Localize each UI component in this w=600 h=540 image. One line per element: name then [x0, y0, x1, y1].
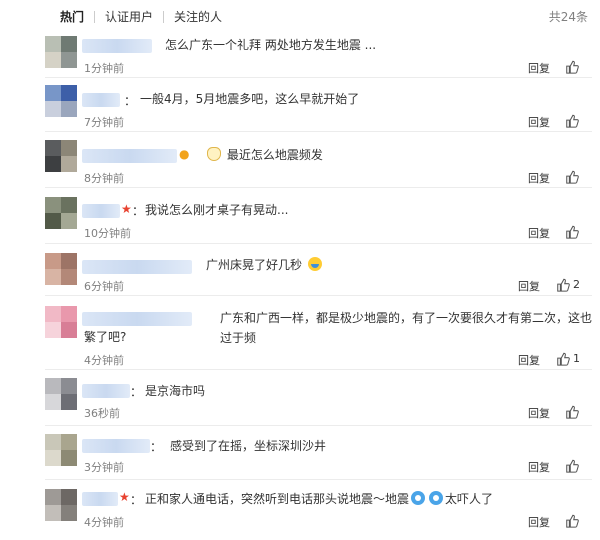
reply-button[interactable]: 回复 [528, 225, 550, 241]
comment-tabs-bar: 热门 认证用户 关注的人 共24条 [0, 0, 600, 32]
comment-item: ： 一般4月，5月地震多吧，这么早就开始了 7分钟前 回复 [0, 78, 600, 132]
crying-emoji-icon [307, 257, 322, 271]
avatar[interactable] [45, 306, 77, 338]
like-icon[interactable] [565, 514, 581, 530]
comment-time: 4分钟前 [84, 354, 124, 367]
comment-text: 最近怎么地震频发 [205, 145, 323, 165]
username-blurred[interactable] [82, 260, 192, 274]
tab-following[interactable]: 关注的人 [174, 8, 222, 25]
comment-total-count: 共24条 [548, 10, 588, 24]
like-icon[interactable] [565, 60, 581, 76]
avatar[interactable] [45, 378, 77, 410]
reply-button[interactable]: 回复 [528, 405, 550, 421]
comment-tabs: 热门 认证用户 关注的人 [60, 8, 222, 25]
avatar[interactable] [45, 85, 77, 117]
like-icon[interactable] [565, 225, 581, 241]
like-icon[interactable] [565, 170, 581, 186]
reply-button[interactable]: 回复 [528, 60, 550, 76]
username-blurred[interactable] [82, 93, 120, 107]
tab-hot[interactable]: 热门 [60, 8, 84, 25]
comment-text-continued: 繁了吧? [84, 330, 127, 344]
reply-button[interactable]: 回复 [528, 459, 550, 475]
comment-text: 正和家人通电话，突然听到电话那头说地震～地震 太吓人了 [145, 491, 494, 506]
reply-button[interactable]: 回复 [528, 114, 550, 130]
username-blurred[interactable] [82, 384, 130, 398]
avatar[interactable] [45, 140, 77, 172]
comment-item: ： 是京海市吗 36秒前 回复 [0, 370, 600, 426]
like-icon[interactable] [556, 352, 572, 368]
username-blurred[interactable] [82, 149, 177, 163]
comment-item: ★ ： 我说怎么刚才桌子有晃动... 10分钟前 回复 [0, 188, 600, 244]
username-blurred[interactable] [82, 204, 120, 218]
comment-time: 3分钟前 [84, 461, 124, 474]
comment-time: 36秒前 [84, 407, 120, 420]
comment-time: 4分钟前 [84, 516, 124, 529]
avatar[interactable] [45, 197, 77, 229]
username-blurred[interactable] [82, 312, 192, 326]
comment-item: ： 感受到了在摇，坐标深圳沙井 3分钟前 回复 [0, 426, 600, 480]
comment-time: 10分钟前 [84, 227, 131, 240]
comment-text: 是京海市吗 [145, 384, 206, 398]
scream-emoji-icon [411, 491, 426, 505]
like-icon[interactable] [565, 459, 581, 475]
tab-divider [163, 10, 165, 23]
reply-button[interactable]: 回复 [528, 170, 550, 186]
comment-time: 8分钟前 [84, 172, 124, 185]
tab-divider [94, 10, 96, 23]
username-blurred[interactable] [82, 39, 152, 53]
reply-button[interactable]: 回复 [518, 278, 540, 294]
comment-item: 广东和广西一样，都是极少地震的，有了一次要很久才有第二次，这也过于频 繁了吧? … [0, 296, 600, 370]
comment-text: 怎么广东一个礼拜 两处地方发生地震 ... [165, 38, 377, 52]
comment-text: 我说怎么刚才桌子有晃动... [145, 203, 289, 217]
vip-badge-icon: ● [179, 147, 190, 161]
avatar[interactable] [45, 434, 77, 466]
cat-emoji-icon [207, 147, 221, 161]
username-blurred[interactable] [82, 439, 150, 453]
avatar[interactable] [45, 253, 77, 285]
scream-emoji-icon [429, 491, 444, 505]
comment-item: 广州床晃了好几秒 6分钟前 回复 2 [0, 244, 600, 296]
comment-text: 广东和广西一样，都是极少地震的，有了一次要很久才有第二次，这也过于频 [220, 311, 593, 345]
comment-text: 广州床晃了好几秒 [206, 255, 324, 275]
comment-time: 1分钟前 [84, 62, 124, 75]
comment-time: 6分钟前 [84, 280, 124, 293]
like-count: 2 [573, 278, 580, 291]
comment-text: 感受到了在摇，坐标深圳沙井 [170, 439, 327, 453]
comment-item: ★ ： 正和家人通电话，突然听到电话那头说地震～地震 太吓人了 4分钟前 回复 [0, 480, 600, 540]
verified-star-icon: ★ [119, 490, 130, 504]
comment-item: 怎么广东一个礼拜 两处地方发生地震 ... 1分钟前 回复 [0, 32, 600, 78]
verified-star-icon: ★ [121, 202, 132, 216]
tab-verified-users[interactable]: 认证用户 [105, 8, 153, 25]
comment-item: ● 最近怎么地震频发 8分钟前 回复 [0, 132, 600, 188]
like-icon[interactable] [556, 278, 572, 294]
comment-text: 一般4月，5月地震多吧，这么早就开始了 [140, 92, 360, 106]
reply-button[interactable]: 回复 [518, 352, 540, 368]
like-icon[interactable] [565, 114, 581, 130]
avatar[interactable] [45, 36, 77, 68]
like-count: 1 [573, 352, 580, 365]
avatar[interactable] [45, 489, 77, 521]
username-blurred[interactable] [82, 492, 118, 506]
comment-time: 7分钟前 [84, 116, 124, 129]
reply-button[interactable]: 回复 [528, 514, 550, 530]
like-icon[interactable] [565, 405, 581, 421]
